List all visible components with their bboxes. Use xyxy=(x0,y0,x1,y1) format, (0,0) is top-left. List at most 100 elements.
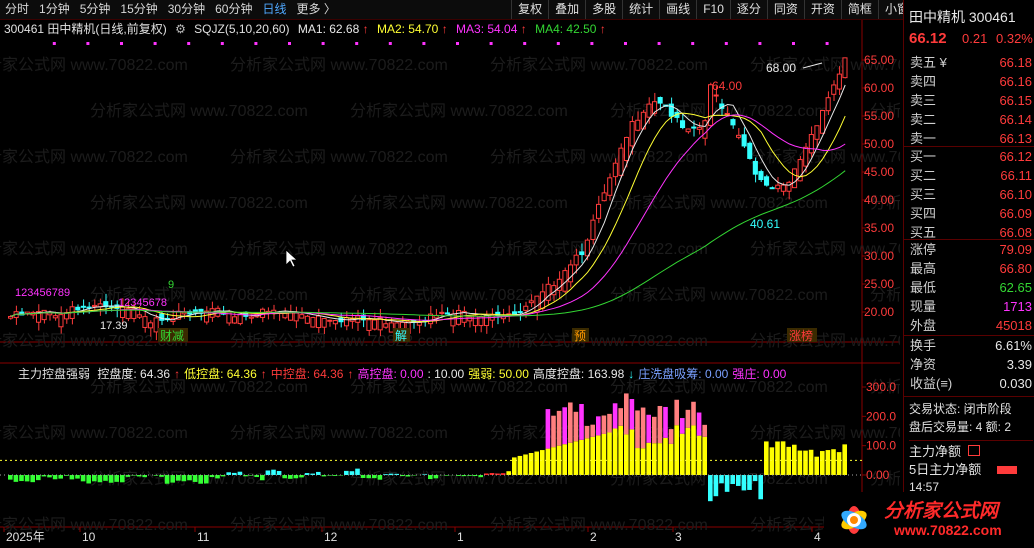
sub-bar xyxy=(540,450,545,475)
candle-body xyxy=(293,312,299,322)
toolbar-button-5[interactable]: F10 xyxy=(696,0,730,19)
price-tick-label: 50.00 xyxy=(864,137,894,151)
sub-indicator-value-9: 高度控盘: 163.98 xyxy=(532,367,625,381)
time-tick-label: 3 xyxy=(675,530,682,544)
toolbar-button-9[interactable]: 简框 xyxy=(840,0,878,19)
sub-bar xyxy=(30,475,35,483)
sub-bar xyxy=(736,475,741,486)
ask-row-3-label: 卖二 xyxy=(910,112,937,127)
sub-bar-top xyxy=(629,399,635,430)
flow-chart-icon[interactable] xyxy=(968,445,981,456)
candle-body xyxy=(657,97,663,104)
sub-bar xyxy=(58,475,63,479)
sub-bar xyxy=(52,475,58,480)
sub-tick-label: 300.0 xyxy=(866,380,896,394)
ma4-value: MA4: 42.50 xyxy=(535,22,597,36)
period-tab-4[interactable]: 30分钟 xyxy=(163,0,210,19)
sub-bar xyxy=(769,447,775,475)
toolbar-button-1[interactable]: 叠加 xyxy=(548,0,585,19)
sub-bar-top xyxy=(674,399,679,426)
period-tab-5[interactable]: 60分钟 xyxy=(210,0,257,19)
sub-bar xyxy=(652,443,657,475)
sub-bar xyxy=(327,475,332,476)
ask-row-1: 卖四 66.16 xyxy=(910,72,1032,91)
sub-indicator-name[interactable]: 主力控盘强弱 xyxy=(18,367,90,381)
main-net-flow[interactable]: 主力净额 xyxy=(909,440,1033,459)
bid-row-3: 买四 66.09 xyxy=(910,204,1032,223)
signal-dot xyxy=(220,42,224,45)
candle-body xyxy=(388,322,394,333)
toolbar-button-2[interactable]: 多股 xyxy=(585,0,622,19)
signal-dot xyxy=(153,42,157,45)
last-price: 66.12 xyxy=(909,30,947,47)
candle-body xyxy=(803,146,809,167)
sub-bar xyxy=(164,475,170,484)
sub-bar xyxy=(624,434,629,475)
signal-dot xyxy=(624,42,627,45)
sub-bar-top xyxy=(668,429,674,444)
stock-code-name[interactable]: 300461 田中精机(日线,前复权) xyxy=(4,22,167,36)
signal-dot xyxy=(86,42,90,45)
sub-bar xyxy=(265,470,271,475)
sub-bar-top xyxy=(590,424,595,437)
sub-bar xyxy=(646,442,651,475)
toolbar-button-6[interactable]: 逐分 xyxy=(729,0,767,19)
stat-row-2-value: 62.65 xyxy=(999,280,1032,295)
watermark-text: 分析家公式网 www.70822.com xyxy=(490,56,708,74)
price-change: 0.21 xyxy=(962,31,988,46)
sub-bar xyxy=(702,436,707,475)
indicator-name[interactable]: SQJZ(5,10,20,60) xyxy=(194,22,289,36)
sub-bar xyxy=(629,429,635,475)
stat-row-3-value: 1713 xyxy=(1003,299,1032,314)
ma3-value: MA3: 54.04 xyxy=(456,22,518,36)
signal-dot xyxy=(254,42,258,45)
after-hours-volume: 盘后交易量: 4 额: 2 xyxy=(909,420,1012,434)
period-tab-3[interactable]: 15分钟 xyxy=(115,0,162,19)
sub-bar xyxy=(820,451,825,475)
main-chart[interactable]: 分析家公式网 www.70822.com 分析家公式网 www.70822.com… xyxy=(0,20,900,548)
period-tab-1[interactable]: 1分钟 xyxy=(34,0,75,19)
sub-bar xyxy=(842,444,847,475)
price-tick-label: 35.00 xyxy=(864,221,894,235)
sub-indicator-value-10: ↓ xyxy=(628,367,635,381)
sub-indicator-value-0: 控盘度: 64.36 xyxy=(97,367,171,381)
bid-row-0-value: 66.12 xyxy=(999,149,1032,164)
period-tab-6[interactable]: 日线 xyxy=(257,0,291,19)
sub-bar xyxy=(92,475,97,482)
sub-bar xyxy=(534,451,539,475)
settings-icon[interactable]: ⚙ xyxy=(175,22,186,36)
sub-bar xyxy=(797,450,803,475)
kline-chart[interactable]: 分析家公式网 www.70822.com 分析家公式网 www.70822.com… xyxy=(0,20,900,548)
candle-body xyxy=(568,264,574,283)
sub-bar xyxy=(428,475,433,480)
toolbar-button-8[interactable]: 开资 xyxy=(803,0,841,19)
sub-bar-top xyxy=(646,414,651,443)
signal-dot xyxy=(758,42,762,45)
watermark-text: 分析家公式网 www.70822.com xyxy=(0,240,188,258)
toolbar-button-3[interactable]: 统计 xyxy=(622,0,659,19)
period-tab-2[interactable]: 5分钟 xyxy=(75,0,116,19)
candle-body xyxy=(758,171,764,181)
period-tab-0[interactable]: 分时 xyxy=(0,0,34,19)
sub-bar xyxy=(691,425,696,475)
candle-body xyxy=(153,317,159,333)
sub-bar xyxy=(75,475,80,479)
candle-body xyxy=(232,316,238,324)
bid-row-0: 买一 66.12 xyxy=(910,147,1032,166)
sub-indicator-value-4: 中控盘: 64.36 xyxy=(270,367,344,381)
toolbar-button-0[interactable]: 复权 xyxy=(511,0,548,19)
period-tab-7[interactable]: 更多 〉 xyxy=(291,0,340,19)
candle-body xyxy=(517,311,523,314)
candle-body xyxy=(332,320,338,325)
toolbar-button-4[interactable]: 画线 xyxy=(659,0,696,19)
sub-bar-top xyxy=(618,408,623,426)
candle-body xyxy=(752,160,758,175)
peak-price-label: 64.00 xyxy=(712,79,742,93)
sub-tick-label: 100.0 xyxy=(866,439,896,453)
toolbar-button-7[interactable]: 同资 xyxy=(766,0,804,19)
five-day-net-flow[interactable]: 5日主力净额 xyxy=(909,459,1033,477)
sub-bar xyxy=(461,475,467,477)
ask-row-2-label: 卖三 xyxy=(910,93,937,108)
signal-dot xyxy=(825,42,829,45)
sub-bar xyxy=(780,441,786,475)
